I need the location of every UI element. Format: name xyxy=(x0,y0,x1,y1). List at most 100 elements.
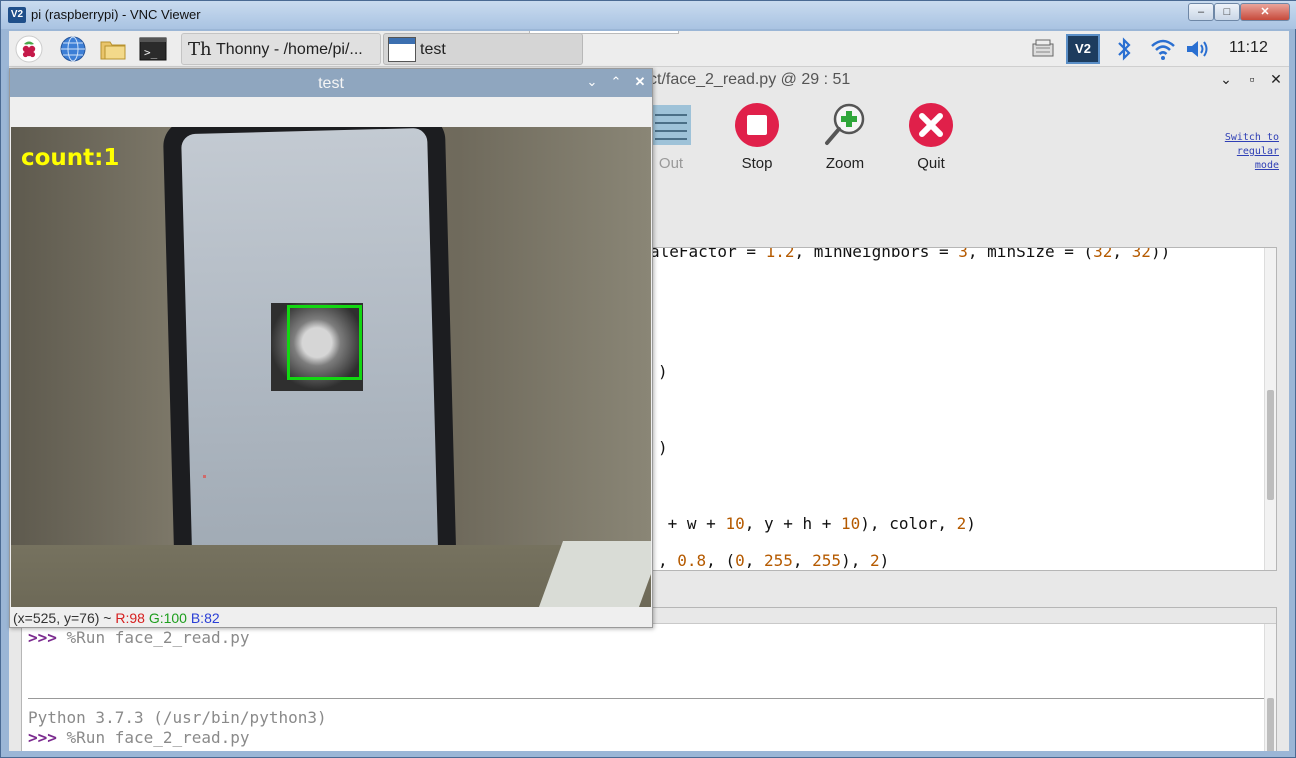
pixel-status-bar: (x=525, y=76) ~ R:98 G:100 B:82 xyxy=(13,610,220,626)
face-count-label: count:1 xyxy=(21,145,120,171)
code-text: , xyxy=(1112,247,1132,261)
code-line: + w + 10, y + h + 10), color, 2) xyxy=(658,514,976,533)
code-text: aleFactor = xyxy=(650,247,766,261)
shell-command: %Run face_2_read.py xyxy=(56,628,250,647)
stop-button[interactable]: Stop xyxy=(717,99,797,181)
code-number: 0 xyxy=(735,551,745,570)
raspberry-menu-icon[interactable] xyxy=(15,35,43,63)
code-number: 255 xyxy=(763,551,793,570)
vnc-logo-icon: V2 xyxy=(8,7,26,23)
mode-link-line: mode xyxy=(1254,160,1279,171)
cursor-coords: (x=525, y=76) ~ xyxy=(13,610,116,626)
green-value: G:100 xyxy=(148,610,187,626)
web-browser-icon[interactable] xyxy=(59,35,87,63)
switch-mode-link[interactable]: Switch to regular mode xyxy=(1215,131,1279,173)
maximize-button[interactable]: ▫ xyxy=(1243,71,1261,89)
code-number: 10 xyxy=(725,514,745,533)
face-detection-box xyxy=(287,305,362,380)
mode-link-line: regular xyxy=(1236,146,1279,157)
code-line: aleFactor = 1.2, minNeighbors = 3, minSi… xyxy=(650,247,1171,261)
taskbar-item-label: test xyxy=(420,41,446,58)
mode-link-line: Switch to xyxy=(1224,132,1279,143)
minimize-button[interactable]: ⌄ xyxy=(1217,71,1235,89)
volume-icon[interactable] xyxy=(1185,37,1211,61)
zoom-button[interactable]: Zoom xyxy=(805,99,885,181)
clock[interactable]: 11:12 xyxy=(1229,39,1268,57)
close-button[interactable]: ✕ xyxy=(1267,71,1285,89)
red-value: R:98 xyxy=(115,610,145,626)
code-line: ) xyxy=(658,438,668,457)
quit-icon xyxy=(909,103,953,147)
code-text: ) xyxy=(879,551,890,570)
code-text: + w + xyxy=(658,514,726,533)
code-number: 1.2 xyxy=(765,247,795,261)
vnc-server-icon[interactable]: V2 xyxy=(1066,34,1100,64)
maximize-button[interactable]: □ xyxy=(1214,3,1240,21)
code-text: , minSize = ( xyxy=(967,247,1094,261)
taskbar-item-thonny[interactable]: Th Thonny - /home/pi/... xyxy=(181,33,381,65)
blue-value: B:82 xyxy=(190,610,220,626)
file-manager-icon[interactable] xyxy=(99,35,127,63)
code-text: , xyxy=(744,551,764,570)
code-number: 2 xyxy=(869,551,880,570)
vnc-viewer-window: V2 pi (raspberrypi) - VNC Viewer – □ ✕ >… xyxy=(0,0,1296,758)
minimize-button[interactable]: – xyxy=(1188,3,1214,21)
code-text: ), color, xyxy=(860,514,957,533)
shell-scrollbar[interactable] xyxy=(1264,624,1276,751)
code-number: 255 xyxy=(812,551,842,570)
taskbar-item-test[interactable]: test xyxy=(383,33,583,65)
thonny-icon: Th xyxy=(188,39,212,60)
code-text: ) xyxy=(966,514,976,533)
quit-button[interactable]: Quit xyxy=(891,99,971,181)
shell-line: >>> %Run face_2_read.py xyxy=(28,628,250,647)
code-number: 32 xyxy=(1093,247,1113,261)
wifi-icon[interactable] xyxy=(1149,37,1177,61)
code-number: 0.8 xyxy=(677,551,707,570)
test-window-titlebar[interactable]: test ⌄ ⌃ ✕ xyxy=(10,69,652,97)
keyboard-icon[interactable] xyxy=(1032,38,1054,58)
shell-divider xyxy=(28,698,1264,699)
code-line: ) xyxy=(658,362,668,381)
zoom-in-icon xyxy=(825,103,865,145)
code-text: )) xyxy=(1150,247,1171,261)
shell-prompt: >>> xyxy=(28,728,57,747)
vnc-window-title: pi (raspberrypi) - VNC Viewer xyxy=(31,7,201,22)
code-text: , xyxy=(658,551,678,570)
zoom-label: Zoom xyxy=(825,155,865,172)
bluetooth-icon[interactable] xyxy=(1115,37,1133,61)
pixel-marker xyxy=(203,475,206,478)
window-icon xyxy=(388,37,416,62)
taskbar-item-label: Thonny - /home/pi/... xyxy=(216,41,363,58)
editor-scrollbar[interactable] xyxy=(1264,248,1276,570)
test-window-title: test xyxy=(318,75,344,92)
shell-banner: Python 3.7.3 (/usr/bin/python3) xyxy=(28,708,327,727)
shell-panel[interactable]: >>> %Run face_2_read.py Python 3.7.3 (/u… xyxy=(21,607,1277,751)
shell-command: %Run face_2_read.py xyxy=(56,728,250,747)
close-button[interactable]: ✕ xyxy=(1240,3,1290,21)
shell-prompt: >>> xyxy=(28,628,57,647)
code-text: , y + h + xyxy=(744,514,842,533)
panel-divider xyxy=(529,31,679,34)
code-text: , minNeighbors = xyxy=(794,247,959,261)
vnc-titlebar[interactable]: V2 pi (raspberrypi) - VNC Viewer – □ ✕ xyxy=(1,1,1296,29)
code-line: , 0.8, (0, 255, 255), 2) xyxy=(658,551,889,570)
code-text: , xyxy=(792,551,813,570)
stop-label: Stop xyxy=(741,155,773,172)
thonny-window-title: ct/face_2_read.py @ 29 : 51 xyxy=(649,71,851,88)
scrollbar-thumb[interactable] xyxy=(1267,698,1274,751)
code-text: , ( xyxy=(706,551,736,570)
shell-line: >>> %Run face_2_read.py xyxy=(28,728,250,747)
code-text: ), xyxy=(841,551,870,570)
svg-text:>_: >_ xyxy=(144,46,158,59)
camera-frame[interactable]: count:1 xyxy=(11,127,651,607)
terminal-icon[interactable]: >_ xyxy=(139,35,167,63)
close-button[interactable]: ✕ xyxy=(632,74,648,90)
maximize-button[interactable]: ⌃ xyxy=(608,74,624,90)
code-number: 2 xyxy=(956,514,967,533)
opencv-test-window: test ⌄ ⌃ ✕ count:1 (x=525, y=76) ~ R:98 … xyxy=(9,68,653,628)
scrollbar-thumb[interactable] xyxy=(1267,390,1274,500)
stop-icon xyxy=(735,103,779,147)
quit-label: Quit xyxy=(917,155,945,172)
test-window-toolbar xyxy=(10,97,652,127)
minimize-button[interactable]: ⌄ xyxy=(584,74,600,90)
